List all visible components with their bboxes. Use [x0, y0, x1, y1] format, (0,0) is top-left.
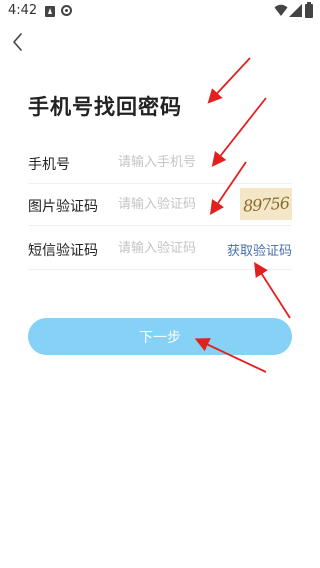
annotation-arrows [194, 57, 291, 373]
arrow-to-get-code [254, 261, 291, 319]
back-button[interactable] [6, 30, 30, 54]
sms-code-row: 短信验证码 获取验证码 [28, 228, 292, 270]
sms-code-input[interactable] [118, 236, 228, 260]
status-time: 4:42 [8, 3, 38, 18]
battery-icon [305, 2, 313, 18]
captcha-input[interactable] [118, 192, 228, 216]
phone-input[interactable] [118, 150, 228, 174]
a-notification-icon [45, 6, 55, 17]
phone-row: 手机号 [28, 142, 292, 184]
status-bar: 4:42 [0, 0, 320, 24]
captcha-image-text: 89756 [242, 192, 290, 216]
captcha-label: 图片验证码 [28, 199, 98, 215]
phone-label: 手机号 [28, 157, 70, 173]
sync-icon [61, 5, 72, 16]
signal-icon [289, 4, 302, 17]
wifi-icon [274, 4, 288, 16]
chevron-left-icon [13, 33, 22, 51]
sms-code-label: 短信验证码 [28, 243, 98, 259]
get-code-button[interactable]: 获取验证码 [227, 240, 292, 259]
captcha-image[interactable]: 89756 [240, 188, 292, 220]
next-step-button[interactable]: 下一步 [28, 318, 292, 355]
captcha-row: 图片验证码 89756 [28, 184, 292, 226]
page-title: 手机号找回密码 [28, 95, 182, 119]
arrow-to-title [207, 57, 251, 104]
